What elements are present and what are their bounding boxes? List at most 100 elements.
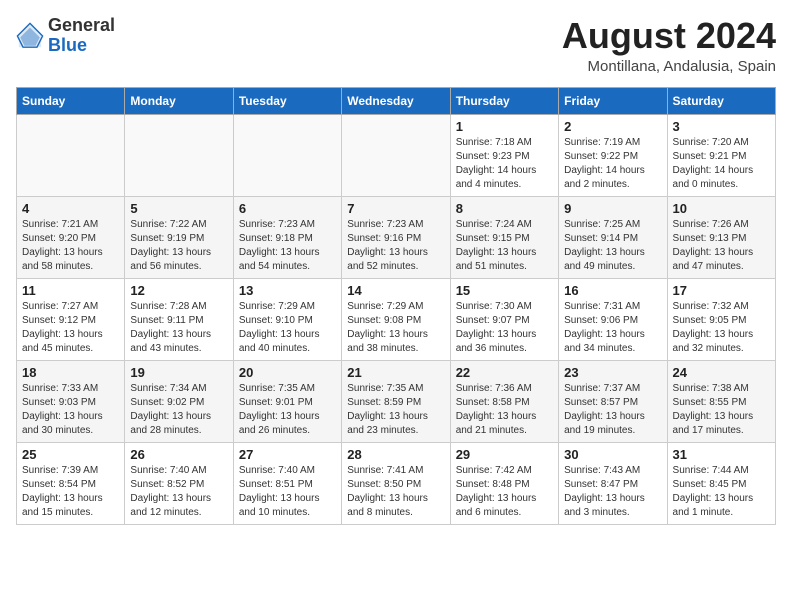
- day-info: Sunrise: 7:33 AM Sunset: 9:03 PM Dayligh…: [22, 382, 119, 438]
- calendar-cell: 18 Sunrise: 7:33 AM Sunset: 9:03 PM Dayli…: [17, 360, 125, 442]
- day-number: 24: [673, 365, 770, 380]
- calendar-cell: 8 Sunrise: 7:24 AM Sunset: 9:15 PM Daylig…: [450, 196, 558, 278]
- day-info: Sunrise: 7:37 AM Sunset: 8:57 PM Dayligh…: [564, 382, 661, 438]
- day-number: 5: [130, 201, 227, 216]
- day-number: 28: [347, 447, 444, 462]
- day-info: Sunrise: 7:29 AM Sunset: 9:10 PM Dayligh…: [239, 300, 336, 356]
- day-number: 26: [130, 447, 227, 462]
- day-number: 15: [456, 283, 553, 298]
- day-number: 22: [456, 365, 553, 380]
- day-number: 14: [347, 283, 444, 298]
- day-number: 11: [22, 283, 119, 298]
- calendar-cell: 14Sunrise: 7:29 AM Sunset: 9:08 PM Dayli…: [342, 278, 450, 360]
- calendar-week-row: 18 Sunrise: 7:33 AM Sunset: 9:03 PM Dayli…: [17, 360, 776, 442]
- calendar-cell: 27 Sunrise: 7:40 AM Sunset: 8:51 PM Dayli…: [233, 442, 341, 524]
- calendar-cell: 3 Sunrise: 7:20 AM Sunset: 9:21 PM Daylig…: [667, 114, 775, 196]
- calendar-cell: [17, 114, 125, 196]
- day-number: 8: [456, 201, 553, 216]
- header-row: SundayMondayTuesdayWednesdayThursdayFrid…: [17, 87, 776, 114]
- logo-icon: [16, 22, 44, 50]
- month-year-title: August 2024: [562, 16, 776, 56]
- calendar-week-row: 25 Sunrise: 7:39 AM Sunset: 8:54 PM Dayli…: [17, 442, 776, 524]
- calendar-cell: 5 Sunrise: 7:22 AM Sunset: 9:19 PM Daylig…: [125, 196, 233, 278]
- day-info: Sunrise: 7:24 AM Sunset: 9:15 PM Dayligh…: [456, 218, 553, 274]
- calendar-week-row: 4 Sunrise: 7:21 AM Sunset: 9:20 PM Daylig…: [17, 196, 776, 278]
- calendar-cell: 2Sunrise: 7:19 AM Sunset: 9:22 PM Daylig…: [559, 114, 667, 196]
- day-info: Sunrise: 7:18 AM Sunset: 9:23 PM Dayligh…: [456, 136, 553, 192]
- calendar-cell: [342, 114, 450, 196]
- logo-general: General: [48, 16, 115, 36]
- day-number: 7: [347, 201, 444, 216]
- day-info: Sunrise: 7:25 AM Sunset: 9:14 PM Dayligh…: [564, 218, 661, 274]
- calendar-cell: 1 Sunrise: 7:18 AM Sunset: 9:23 PM Daylig…: [450, 114, 558, 196]
- day-number: 13: [239, 283, 336, 298]
- day-info: Sunrise: 7:23 AM Sunset: 9:18 PM Dayligh…: [239, 218, 336, 274]
- day-number: 31: [673, 447, 770, 462]
- day-info: Sunrise: 7:27 AM Sunset: 9:12 PM Dayligh…: [22, 300, 119, 356]
- day-number: 23: [564, 365, 661, 380]
- day-info: Sunrise: 7:40 AM Sunset: 8:52 PM Dayligh…: [130, 464, 227, 520]
- calendar-week-row: 1 Sunrise: 7:18 AM Sunset: 9:23 PM Daylig…: [17, 114, 776, 196]
- calendar-cell: 19 Sunrise: 7:34 AM Sunset: 9:02 PM Dayli…: [125, 360, 233, 442]
- day-info: Sunrise: 7:40 AM Sunset: 8:51 PM Dayligh…: [239, 464, 336, 520]
- day-info: Sunrise: 7:23 AM Sunset: 9:16 PM Dayligh…: [347, 218, 444, 274]
- calendar-cell: 15 Sunrise: 7:30 AM Sunset: 9:07 PM Dayli…: [450, 278, 558, 360]
- day-number: 18: [22, 365, 119, 380]
- calendar-cell: 16 Sunrise: 7:31 AM Sunset: 9:06 PM Dayli…: [559, 278, 667, 360]
- day-number: 12: [130, 283, 227, 298]
- day-number: 17: [673, 283, 770, 298]
- day-info: Sunrise: 7:38 AM Sunset: 8:55 PM Dayligh…: [673, 382, 770, 438]
- calendar-header: SundayMondayTuesdayWednesdayThursdayFrid…: [17, 87, 776, 114]
- day-number: 30: [564, 447, 661, 462]
- calendar-cell: 29Sunrise: 7:42 AM Sunset: 8:48 PM Dayli…: [450, 442, 558, 524]
- calendar-cell: 6 Sunrise: 7:23 AM Sunset: 9:18 PM Daylig…: [233, 196, 341, 278]
- day-info: Sunrise: 7:30 AM Sunset: 9:07 PM Dayligh…: [456, 300, 553, 356]
- day-info: Sunrise: 7:21 AM Sunset: 9:20 PM Dayligh…: [22, 218, 119, 274]
- title-block: August 2024 Montillana, Andalusia, Spain: [562, 16, 776, 75]
- header-cell-wednesday: Wednesday: [342, 87, 450, 114]
- day-number: 6: [239, 201, 336, 216]
- day-info: Sunrise: 7:41 AM Sunset: 8:50 PM Dayligh…: [347, 464, 444, 520]
- calendar-cell: 31Sunrise: 7:44 AM Sunset: 8:45 PM Dayli…: [667, 442, 775, 524]
- day-number: 3: [673, 119, 770, 134]
- day-info: Sunrise: 7:20 AM Sunset: 9:21 PM Dayligh…: [673, 136, 770, 192]
- day-info: Sunrise: 7:39 AM Sunset: 8:54 PM Dayligh…: [22, 464, 119, 520]
- day-info: Sunrise: 7:42 AM Sunset: 8:48 PM Dayligh…: [456, 464, 553, 520]
- day-info: Sunrise: 7:28 AM Sunset: 9:11 PM Dayligh…: [130, 300, 227, 356]
- day-number: 19: [130, 365, 227, 380]
- logo-blue: Blue: [48, 36, 115, 56]
- calendar-cell: 7 Sunrise: 7:23 AM Sunset: 9:16 PM Daylig…: [342, 196, 450, 278]
- calendar-cell: 26 Sunrise: 7:40 AM Sunset: 8:52 PM Dayli…: [125, 442, 233, 524]
- day-number: 20: [239, 365, 336, 380]
- day-number: 16: [564, 283, 661, 298]
- logo-text: General Blue: [48, 16, 115, 56]
- day-number: 1: [456, 119, 553, 134]
- day-number: 27: [239, 447, 336, 462]
- calendar-cell: 12 Sunrise: 7:28 AM Sunset: 9:11 PM Dayli…: [125, 278, 233, 360]
- calendar-cell: 9Sunrise: 7:25 AM Sunset: 9:14 PM Daylig…: [559, 196, 667, 278]
- calendar-cell: 25 Sunrise: 7:39 AM Sunset: 8:54 PM Dayli…: [17, 442, 125, 524]
- header-cell-monday: Monday: [125, 87, 233, 114]
- day-number: 2: [564, 119, 661, 134]
- day-number: 21: [347, 365, 444, 380]
- day-info: Sunrise: 7:31 AM Sunset: 9:06 PM Dayligh…: [564, 300, 661, 356]
- day-info: Sunrise: 7:43 AM Sunset: 8:47 PM Dayligh…: [564, 464, 661, 520]
- calendar-week-row: 11 Sunrise: 7:27 AM Sunset: 9:12 PM Dayli…: [17, 278, 776, 360]
- day-info: Sunrise: 7:34 AM Sunset: 9:02 PM Dayligh…: [130, 382, 227, 438]
- calendar-cell: 11 Sunrise: 7:27 AM Sunset: 9:12 PM Dayli…: [17, 278, 125, 360]
- calendar-cell: 28 Sunrise: 7:41 AM Sunset: 8:50 PM Dayli…: [342, 442, 450, 524]
- day-info: Sunrise: 7:36 AM Sunset: 8:58 PM Dayligh…: [456, 382, 553, 438]
- day-info: Sunrise: 7:35 AM Sunset: 8:59 PM Dayligh…: [347, 382, 444, 438]
- calendar-cell: [233, 114, 341, 196]
- calendar-cell: 24 Sunrise: 7:38 AM Sunset: 8:55 PM Dayli…: [667, 360, 775, 442]
- calendar-cell: 4 Sunrise: 7:21 AM Sunset: 9:20 PM Daylig…: [17, 196, 125, 278]
- calendar-cell: 20 Sunrise: 7:35 AM Sunset: 9:01 PM Dayli…: [233, 360, 341, 442]
- day-info: Sunrise: 7:35 AM Sunset: 9:01 PM Dayligh…: [239, 382, 336, 438]
- day-number: 25: [22, 447, 119, 462]
- calendar-table: SundayMondayTuesdayWednesdayThursdayFrid…: [16, 87, 776, 525]
- day-number: 4: [22, 201, 119, 216]
- day-info: Sunrise: 7:32 AM Sunset: 9:05 PM Dayligh…: [673, 300, 770, 356]
- calendar-body: 1 Sunrise: 7:18 AM Sunset: 9:23 PM Daylig…: [17, 114, 776, 524]
- header-cell-tuesday: Tuesday: [233, 87, 341, 114]
- day-info: Sunrise: 7:22 AM Sunset: 9:19 PM Dayligh…: [130, 218, 227, 274]
